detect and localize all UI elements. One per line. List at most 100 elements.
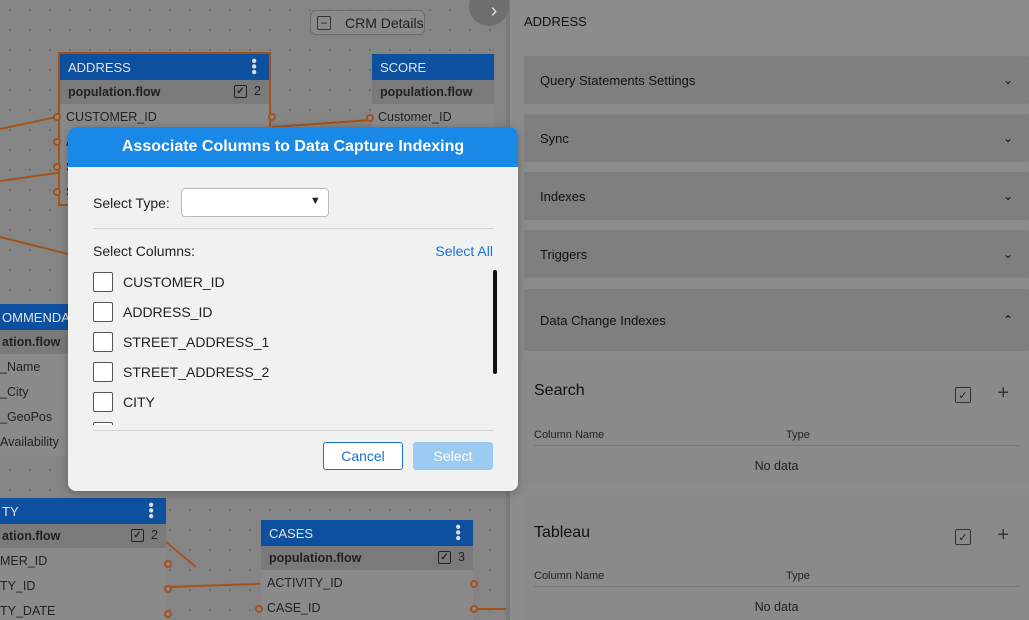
checkbox[interactable] — [93, 302, 113, 322]
score-node[interactable]: SCORE population.flow Customer_ID — [372, 54, 494, 134]
select-columns-icon[interactable]: ✓ — [955, 529, 971, 545]
column-list-scrollbar[interactable] — [493, 270, 497, 374]
port-handle[interactable] — [164, 560, 172, 568]
port-handle[interactable] — [470, 605, 478, 613]
node-header[interactable]: SCORE — [372, 54, 494, 80]
accordion-query-statements[interactable]: Query Statements Settings ⌄ — [524, 56, 1029, 104]
node-row[interactable]: TY_DATE — [0, 598, 166, 620]
divider — [534, 586, 1019, 587]
select-all-link[interactable]: Select All — [435, 243, 493, 259]
column-option[interactable]: ADDRESS_ID — [93, 297, 493, 327]
node-row[interactable]: Availability — [0, 429, 68, 454]
node-subtitle: ation.flow — [2, 529, 61, 543]
node-header[interactable]: TY ••• — [0, 498, 166, 524]
accordion-triggers[interactable]: Triggers ⌄ — [524, 230, 1029, 278]
node-subheader: ation.flow — [0, 330, 68, 354]
select-button[interactable]: Select — [413, 442, 493, 470]
row-label: TY_DATE — [0, 603, 56, 618]
node-row[interactable]: MER_ID — [0, 548, 166, 573]
more-options-icon[interactable]: ••• — [245, 58, 262, 75]
crm-details-tab[interactable]: − CRM Details — [310, 10, 425, 35]
node-row[interactable]: CASE_ID — [261, 595, 473, 620]
checkbox-icon[interactable]: ✓ — [131, 529, 144, 542]
edge-line — [0, 171, 60, 182]
row-label: ACTIVITY_ID — [267, 575, 343, 590]
node-header[interactable]: OMMENDATI — [0, 304, 80, 330]
more-options-icon[interactable]: ••• — [449, 524, 466, 541]
accordion-label: Data Change Indexes — [540, 312, 666, 328]
section-title: Tableau — [534, 524, 591, 541]
port-handle[interactable] — [53, 188, 61, 196]
divider — [93, 228, 493, 229]
node-subtitle: population.flow — [380, 85, 473, 99]
node-row[interactable]: _Name — [0, 354, 68, 379]
port-handle[interactable] — [470, 580, 478, 588]
column-header-name: Column Name — [534, 429, 605, 441]
select-type-dropdown[interactable] — [180, 188, 329, 217]
activity-node[interactable]: TY ••• ation.flow ✓ 2 MER_ID TY_ID TY_DATE — [0, 498, 166, 620]
chevron-down-icon: ⌄ — [1002, 131, 1013, 145]
search-section: Search ✓ + Column Name Type No data — [524, 360, 1029, 486]
port-handle[interactable] — [164, 585, 172, 593]
port-handle[interactable] — [53, 138, 61, 146]
add-icon[interactable]: + — [997, 382, 1009, 405]
accordion-indexes[interactable]: Indexes ⌄ — [524, 172, 1029, 220]
divider — [93, 430, 493, 431]
node-row[interactable]: TY_ID — [0, 573, 166, 598]
panel-title: ADDRESS — [524, 14, 587, 29]
column-option[interactable]: STREET_ADDRESS_1 — [93, 327, 493, 357]
node-header[interactable]: ADDRESS ••• — [60, 54, 269, 80]
row-label: MER_ID — [0, 553, 48, 568]
node-subheader: population.flow ✓ 3 — [261, 546, 473, 570]
column-option[interactable]: CUSTOMER_ID — [93, 267, 493, 297]
accordion-data-change-indexes[interactable]: Data Change Indexes ⌃ — [524, 289, 1029, 351]
accordion-sync[interactable]: Sync ⌄ — [524, 114, 1029, 162]
column-option[interactable]: STREET_ADDRESS_2 — [93, 357, 493, 387]
node-header[interactable]: CASES ••• — [261, 520, 473, 546]
column-option[interactable] — [93, 417, 493, 425]
node-row[interactable]: _City — [0, 379, 68, 404]
checkbox-icon[interactable]: ✓ — [234, 85, 247, 98]
accordion-label: Triggers — [540, 246, 588, 262]
row-label: _Name — [0, 359, 41, 374]
more-options-icon[interactable]: ••• — [142, 502, 159, 519]
collapse-icon[interactable]: − — [317, 15, 331, 30]
checkbox[interactable] — [93, 332, 113, 352]
port-handle[interactable] — [53, 163, 61, 171]
select-columns-label: Select Columns: — [93, 243, 195, 259]
select-type-row: Select Type: ▼ — [93, 188, 329, 217]
node-row[interactable]: CUSTOMER_ID — [60, 104, 269, 129]
node-subheader: population.flow ✓ 2 — [60, 80, 269, 104]
node-row[interactable]: Customer_ID — [372, 104, 494, 129]
checkbox[interactable] — [93, 422, 113, 425]
recommendation-node[interactable]: OMMENDATI ation.flow _Name _City _GeoPos… — [0, 304, 80, 456]
cancel-button[interactable]: Cancel — [323, 442, 403, 470]
checkbox[interactable] — [93, 362, 113, 382]
checkbox[interactable] — [93, 272, 113, 292]
node-row[interactable]: ACTIVITY_ID — [261, 570, 473, 595]
port-handle[interactable] — [255, 605, 263, 613]
node-subtitle: ation.flow — [2, 335, 61, 349]
node-row[interactable]: _GeoPos — [0, 404, 68, 429]
accordion-label: Sync — [540, 130, 569, 146]
cases-node[interactable]: CASES ••• population.flow ✓ 3 ACTIVITY_ID C… — [261, 520, 473, 620]
section-title: Search — [534, 382, 585, 399]
add-icon[interactable]: + — [997, 524, 1009, 547]
divider — [534, 445, 1019, 446]
column-label: CITY — [123, 394, 155, 410]
column-list[interactable]: CUSTOMER_ID ADDRESS_ID STREET_ADDRESS_1 … — [93, 267, 493, 425]
node-count: 2 — [151, 528, 158, 542]
select-columns-icon[interactable]: ✓ — [955, 387, 971, 403]
port-handle[interactable] — [164, 610, 172, 618]
node-subtitle: population.flow — [68, 85, 161, 99]
port-handle[interactable] — [268, 113, 276, 121]
node-title: ADDRESS — [68, 59, 131, 75]
checkbox-icon[interactable]: ✓ — [438, 551, 451, 564]
row-label: _City — [0, 384, 29, 399]
column-option[interactable]: CITY — [93, 387, 493, 417]
port-handle[interactable] — [366, 114, 374, 122]
chevron-down-icon: ⌄ — [1002, 247, 1013, 261]
port-handle[interactable] — [53, 113, 61, 121]
edge-line — [167, 582, 260, 588]
checkbox[interactable] — [93, 392, 113, 412]
